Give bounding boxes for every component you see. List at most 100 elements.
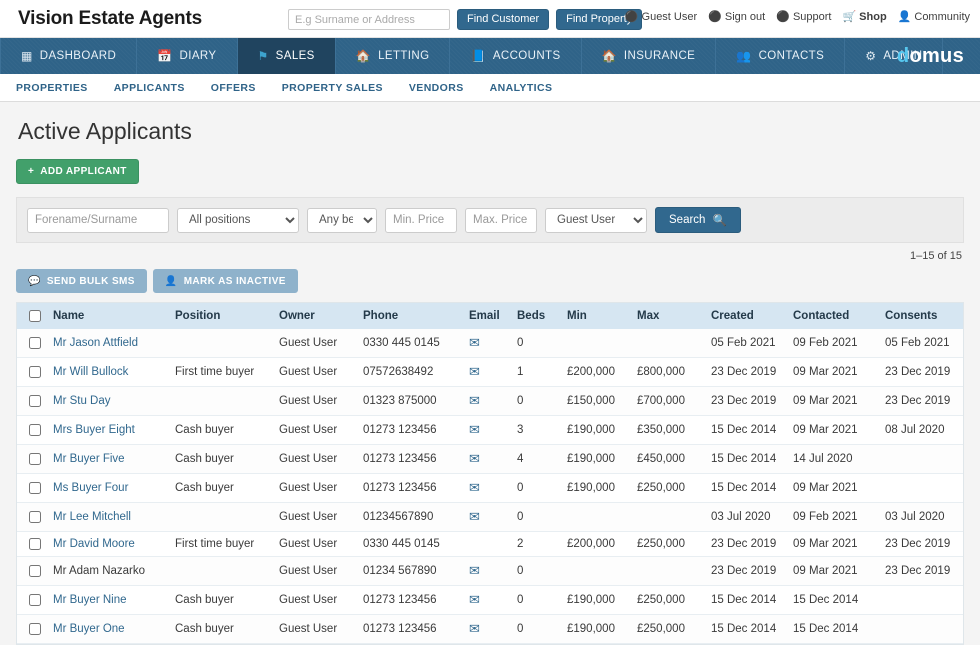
cell-phone: 01273 123456: [357, 444, 463, 475]
table-row[interactable]: Mr Adam Nazarko Guest User 01234 567890 ✉ 0 2…: [17, 556, 963, 587]
column-header-max[interactable]: Max: [631, 303, 705, 330]
column-header-min[interactable]: Min: [561, 303, 631, 330]
nav-item-letting[interactable]: 🏠 LETTING: [336, 38, 451, 74]
table-row[interactable]: Mr Buyer One Cash buyer Guest User 01273 12…: [17, 614, 963, 645]
nav-item-insurance[interactable]: 🏠 INSURANCE: [582, 38, 717, 74]
table-row[interactable]: Mr Stu Day Guest User 01323 875000 ✉ 0 £150,0…: [17, 386, 963, 417]
find-customer-button[interactable]: Find Customer: [457, 9, 550, 30]
row-checkbox[interactable]: [29, 482, 41, 495]
row-checkbox[interactable]: [29, 511, 41, 524]
applicant-name-link[interactable]: Mr David Moore: [53, 538, 135, 550]
table-row[interactable]: Mr Buyer Five Cash buyer Guest User 01273 1…: [17, 444, 963, 475]
applicant-name-link[interactable]: Mr Lee Mitchell: [53, 511, 131, 523]
table-row[interactable]: Mrs Buyer Eight Cash buyer Guest User 01273…: [17, 415, 963, 446]
row-checkbox[interactable]: [29, 395, 41, 408]
row-checkbox[interactable]: [29, 453, 41, 466]
global-search-input[interactable]: [288, 9, 450, 30]
top-link-label: Guest User: [641, 11, 698, 23]
applicant-name-link[interactable]: Mr Buyer One: [53, 623, 125, 635]
row-select-cell: [17, 473, 47, 504]
subnav-item-applicants[interactable]: APPLICANTS: [114, 82, 185, 94]
row-checkbox[interactable]: [29, 538, 41, 551]
top-link-support[interactable]: ⚫ Support: [776, 11, 831, 23]
email-icon[interactable]: ✉: [469, 451, 480, 466]
nav-item-diary[interactable]: 📅 DIARY: [137, 38, 238, 74]
row-checkbox[interactable]: [29, 366, 41, 379]
cell-email: ✉: [463, 502, 511, 533]
top-link-label: Shop: [859, 11, 887, 23]
email-icon[interactable]: ✉: [469, 364, 480, 379]
subnav-item-vendors[interactable]: VENDORS: [409, 82, 464, 94]
filter-position-select[interactable]: All positions: [177, 207, 299, 233]
email-icon[interactable]: ✉: [469, 480, 480, 495]
column-header-phone[interactable]: Phone: [357, 303, 463, 330]
column-header-contacted[interactable]: Contacted: [787, 303, 879, 330]
email-icon[interactable]: ✉: [469, 393, 480, 408]
column-header-consents[interactable]: Consents: [879, 303, 963, 330]
filter-min-price-input[interactable]: [385, 207, 457, 233]
top-link-sign-out[interactable]: ⚫ Sign out: [708, 11, 765, 23]
cell-consents: 23 Dec 2019: [879, 357, 963, 388]
table-row[interactable]: Mr Buyer Nine Cash buyer Guest User 01273 1…: [17, 585, 963, 616]
table-row[interactable]: Mr Lee Mitchell Guest User 01234567890 ✉ 0 03…: [17, 502, 963, 533]
column-header-beds[interactable]: Beds: [511, 303, 561, 330]
applicant-name-link[interactable]: Mr Buyer Five: [53, 453, 125, 465]
cell-consents: 23 Dec 2019: [879, 386, 963, 417]
row-checkbox[interactable]: [29, 594, 41, 607]
applicant-name-link[interactable]: Mr Jason Attfield: [53, 337, 138, 349]
filter-user-select[interactable]: Guest User: [545, 207, 647, 233]
email-icon[interactable]: ✉: [469, 335, 480, 350]
column-header-position[interactable]: Position: [169, 303, 273, 330]
top-link-community[interactable]: 👤 Community: [898, 11, 970, 23]
select-all-checkbox[interactable]: [29, 310, 41, 322]
filter-beds-select[interactable]: Any beds: [307, 207, 377, 233]
top-link-shop[interactable]: 🛒 Shop: [842, 11, 886, 23]
table-row[interactable]: Mr Jason Attfield Guest User 0330 445 0145…: [17, 329, 963, 359]
column-header-email[interactable]: Email: [463, 303, 511, 330]
email-icon[interactable]: ✉: [469, 422, 480, 437]
row-checkbox[interactable]: [29, 337, 41, 350]
email-icon[interactable]: ✉: [469, 509, 480, 524]
row-checkbox[interactable]: [29, 424, 41, 437]
applicant-name-link[interactable]: Mr Will Bullock: [53, 366, 128, 378]
subnav-item-offers[interactable]: OFFERS: [211, 82, 256, 94]
top-link-guest-user[interactable]: ⚫ Guest User: [625, 11, 697, 23]
column-header-owner[interactable]: Owner: [273, 303, 357, 330]
email-icon[interactable]: ✉: [469, 563, 480, 578]
mark-as-inactive-button[interactable]: 👤 MARK AS INACTIVE: [152, 269, 298, 293]
row-select-cell: [17, 357, 47, 388]
nav-item-accounts[interactable]: 📘 ACCOUNTS: [450, 38, 582, 74]
subnav-item-property-sales[interactable]: PROPERTY SALES: [282, 82, 383, 94]
table-row[interactable]: Ms Buyer Four Cash buyer Guest User 01273 1…: [17, 473, 963, 504]
nav-item-contacts[interactable]: 👥 CONTACTS: [716, 38, 846, 74]
email-icon[interactable]: ✉: [469, 621, 480, 636]
cell-beds: 3: [511, 415, 561, 446]
row-checkbox[interactable]: [29, 565, 41, 578]
table-row[interactable]: Mr Will Bullock First time buyer Guest Use…: [17, 357, 963, 388]
applicant-name-link[interactable]: Mrs Buyer Eight: [53, 424, 135, 436]
column-header-name[interactable]: Name: [47, 303, 169, 330]
filter-max-price-input[interactable]: [465, 207, 537, 233]
top-link-label: Community: [914, 11, 970, 23]
filter-name-input[interactable]: [27, 207, 169, 233]
cell-position: [169, 556, 273, 587]
add-applicant-button[interactable]: + ADD APPLICANT: [16, 159, 139, 184]
cell-consents: 08 Jul 2020: [879, 415, 963, 446]
email-icon[interactable]: ✉: [469, 592, 480, 607]
send-bulk-sms-button[interactable]: 💬 SEND BULK SMS: [16, 269, 147, 293]
cell-contacted: 09 Mar 2021: [787, 556, 879, 587]
search-button[interactable]: Search 🔍: [655, 207, 741, 233]
row-checkbox[interactable]: [29, 623, 41, 636]
cell-email: ✉: [463, 329, 511, 359]
applicant-name-link[interactable]: Ms Buyer Four: [53, 482, 128, 494]
column-header-created[interactable]: Created: [705, 303, 787, 330]
applicant-name-link[interactable]: Mr Buyer Nine: [53, 594, 127, 606]
nav-item-label: DIARY: [179, 50, 217, 62]
nav-item-dashboard[interactable]: ▦ DASHBOARD: [0, 38, 138, 74]
nav-item-sales[interactable]: ⚑ SALES: [237, 38, 336, 74]
table-row[interactable]: Mr David Moore First time buyer Guest User…: [17, 531, 963, 558]
applicant-name-link[interactable]: Mr Stu Day: [53, 395, 111, 407]
cell-max: [631, 556, 705, 587]
subnav-item-analytics[interactable]: ANALYTICS: [490, 82, 553, 94]
subnav-item-properties[interactable]: PROPERTIES: [16, 82, 88, 94]
